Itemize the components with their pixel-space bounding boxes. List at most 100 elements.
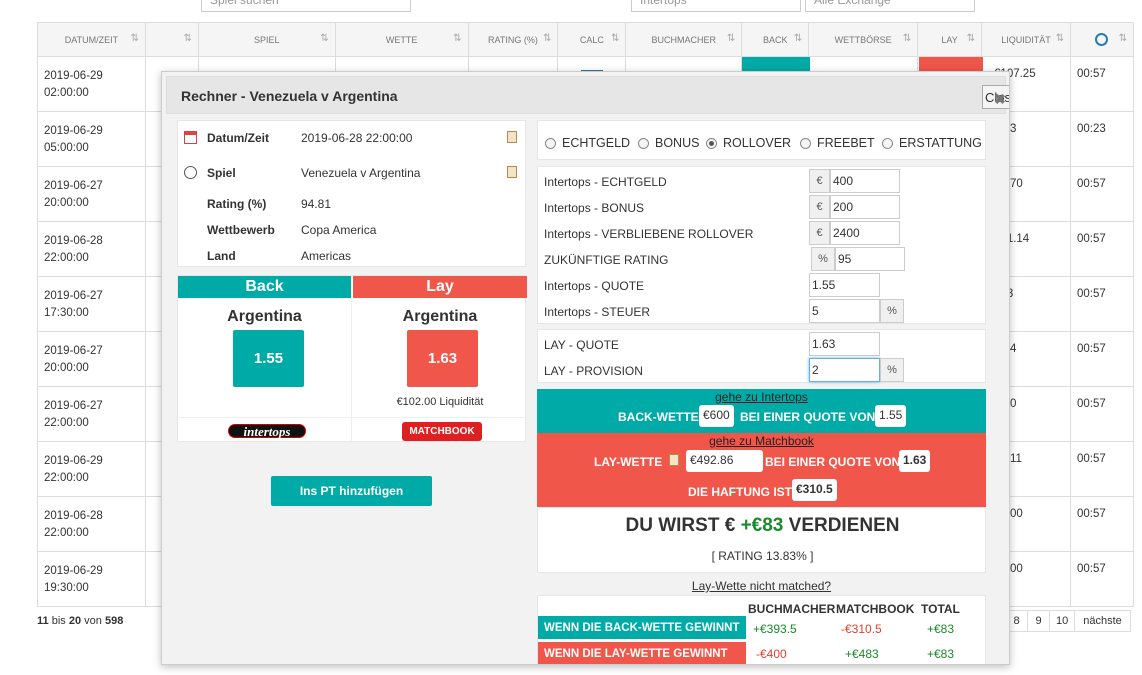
info-row-datetime: Datum/Zeit 2019-06-28 22:00:00: [178, 129, 527, 149]
calendar-icon: [184, 131, 197, 144]
rollover-input[interactable]: 2400: [830, 221, 900, 245]
radio-icon[interactable]: [882, 137, 893, 149]
radio-icon[interactable]: [545, 137, 556, 149]
sort-icon[interactable]: ⇅: [320, 33, 328, 44]
radio-icon[interactable]: [800, 137, 811, 149]
column-header[interactable]: SPIEL ⇅: [197, 22, 336, 57]
future-rating-input[interactable]: 95: [835, 247, 905, 271]
close-icon[interactable]: ✖: [994, 91, 1006, 108]
column-header[interactable]: LIQUIDITÄT ⇅: [981, 22, 1071, 57]
liability-value: €310.5: [792, 479, 837, 501]
modal-title: Rechner - Venezuela v Argentina: [181, 88, 398, 104]
info-label: Datum/Zeit: [207, 131, 270, 145]
intertops-logo[interactable]: intertops: [228, 424, 306, 439]
clock-icon: [1095, 33, 1109, 46]
column-header[interactable]: BUCHMACHER ⇅: [625, 22, 743, 57]
lay-liquidity: €102.00 Liquidität: [396, 396, 484, 408]
lay-team: Argentina: [402, 308, 478, 325]
add-to-pt-button[interactable]: Ins PT hinzufügen: [271, 476, 432, 506]
lay-odds-input[interactable]: 1.63: [809, 332, 880, 356]
sort-icon[interactable]: ⇅: [453, 33, 461, 44]
field-label: Intertops - QUOTE: [544, 279, 645, 293]
countdown-cell: 00:57: [1069, 56, 1135, 112]
bonus-input[interactable]: 200: [830, 195, 900, 219]
back-odds-cell[interactable]: [742, 57, 810, 71]
column-header[interactable]: CALC ⇅: [557, 22, 627, 57]
goto-bookmaker-link[interactable]: gehe zu Intertops: [537, 390, 986, 404]
euro-addon: €: [809, 169, 830, 193]
column-header[interactable]: WETTBÖRSE ⇅: [808, 22, 919, 57]
next-page-link[interactable]: nächste: [1074, 610, 1131, 632]
summary-header-total: TOTAL: [921, 602, 960, 616]
back-wins-bookmaker: +€393.5: [753, 622, 797, 636]
sort-icon[interactable]: ⇅: [727, 33, 735, 44]
lay-not-matched-link[interactable]: Lay-Wette nicht matched?: [537, 579, 986, 593]
field-label: Intertops - STEUER: [544, 305, 651, 319]
copy-icon[interactable]: [507, 131, 517, 143]
form-row-odds: Intertops - QUOTE 1.55: [538, 273, 987, 297]
divider: [178, 417, 527, 418]
lay-wins-exchange: +€483: [845, 647, 879, 661]
date-cell: 2019-06-27 20:00:00: [37, 166, 146, 222]
sort-icon[interactable]: ⇅: [611, 33, 619, 44]
column-header[interactable]: BACK ⇅: [741, 22, 810, 57]
matchbook-logo[interactable]: MATCHBOOK: [402, 422, 482, 441]
column-header[interactable]: WETTE ⇅: [334, 22, 469, 57]
sort-icon[interactable]: ⇅: [903, 33, 911, 44]
percent-addon: %: [811, 247, 835, 271]
tax-input[interactable]: 5: [809, 299, 880, 323]
lay-stake-value: €492.86: [686, 450, 763, 472]
column-header[interactable]: ⇅: [1069, 22, 1135, 57]
date-cell: 2019-06-29 02:00:00: [37, 56, 146, 112]
sort-icon[interactable]: ⇅: [1119, 33, 1127, 44]
euro-addon: €: [809, 195, 830, 219]
profit-text: DU WIRST € +€83 VERDIENEN: [625, 515, 900, 536]
sort-icon[interactable]: ⇅: [794, 33, 802, 44]
search-input[interactable]: Spiel suchen: [201, 0, 411, 12]
page-10-link[interactable]: 10: [1049, 610, 1076, 632]
profit-panel: DU WIRST € +€83 VERDIENEN [ RATING 13.83…: [537, 507, 986, 573]
column-header[interactable]: ⇅: [144, 22, 199, 57]
back-wins-label: WENN DIE BACK-WETTE GEWINNT: [538, 616, 746, 639]
liability-label: DIE HAFTUNG IST: [688, 485, 792, 499]
info-value: 94.81: [301, 197, 332, 211]
info-label: Rating (%): [207, 197, 267, 211]
radio-icon[interactable]: [706, 137, 717, 149]
bookmaker-odds-input[interactable]: 1.55: [809, 273, 880, 297]
radio-rollover[interactable]: ROLLOVER: [706, 136, 791, 150]
sort-icon[interactable]: ⇅: [183, 33, 191, 44]
exchange-select[interactable]: Alle Exchange: [805, 0, 975, 12]
column-header[interactable]: LAY ⇅: [917, 22, 983, 57]
sort-icon[interactable]: ⇅: [131, 33, 139, 44]
sort-icon[interactable]: ⇅: [1056, 33, 1064, 44]
radio-refund[interactable]: ERSTATTUNG: [882, 136, 982, 150]
back-result-panel: gehe zu Intertops BACK-WETTE €600 BEI EI…: [537, 389, 986, 433]
radio-realmoney[interactable]: ECHTGELD: [545, 136, 630, 150]
radio-bonus[interactable]: BONUS: [638, 136, 699, 150]
copy-icon[interactable]: [507, 166, 517, 178]
info-row-country: Land Americas: [178, 247, 527, 267]
radio-icon[interactable]: [638, 137, 649, 149]
goto-exchange-link[interactable]: gehe zu Matchbook: [537, 434, 986, 448]
summary-header-bookmaker: BUCHMACHER: [748, 602, 836, 616]
back-bet-label: BACK-WETTE: [618, 410, 699, 424]
column-header[interactable]: RATING (%) ⇅: [467, 22, 559, 57]
sort-icon[interactable]: ⇅: [967, 33, 975, 44]
lay-odds-cell[interactable]: [919, 57, 983, 71]
form-row-bonus: Intertops - BONUS € 200: [538, 195, 987, 219]
summary-header-exchange: MATCHBOOK: [836, 602, 915, 616]
back-header: Back: [178, 276, 351, 298]
lay-commission-input[interactable]: 2: [809, 358, 880, 382]
bookmaker-select[interactable]: Intertops: [631, 0, 801, 12]
sort-icon[interactable]: ⇅: [543, 33, 551, 44]
countdown-cell: 00:57: [1069, 221, 1135, 277]
column-header[interactable]: DATUM/ZEIT ⇅: [37, 22, 146, 57]
bookmaker-form: Intertops - ECHTGELD € 400 Intertops - B…: [537, 166, 986, 324]
copy-icon[interactable]: [669, 454, 679, 466]
bet-mode-selector: ECHTGELD BONUS ROLLOVER FREEBET ERSTATTU…: [537, 120, 986, 160]
radio-freebet[interactable]: FREEBET: [800, 136, 875, 150]
table-header-row: DATUM/ZEIT ⇅ ⇅ SPIEL ⇅ WETTE ⇅ RATING (%) ⇅ …: [37, 22, 1135, 57]
realmoney-input[interactable]: 400: [830, 169, 900, 193]
percent-addon: %: [880, 299, 904, 323]
page-9-link[interactable]: 9: [1027, 610, 1050, 632]
